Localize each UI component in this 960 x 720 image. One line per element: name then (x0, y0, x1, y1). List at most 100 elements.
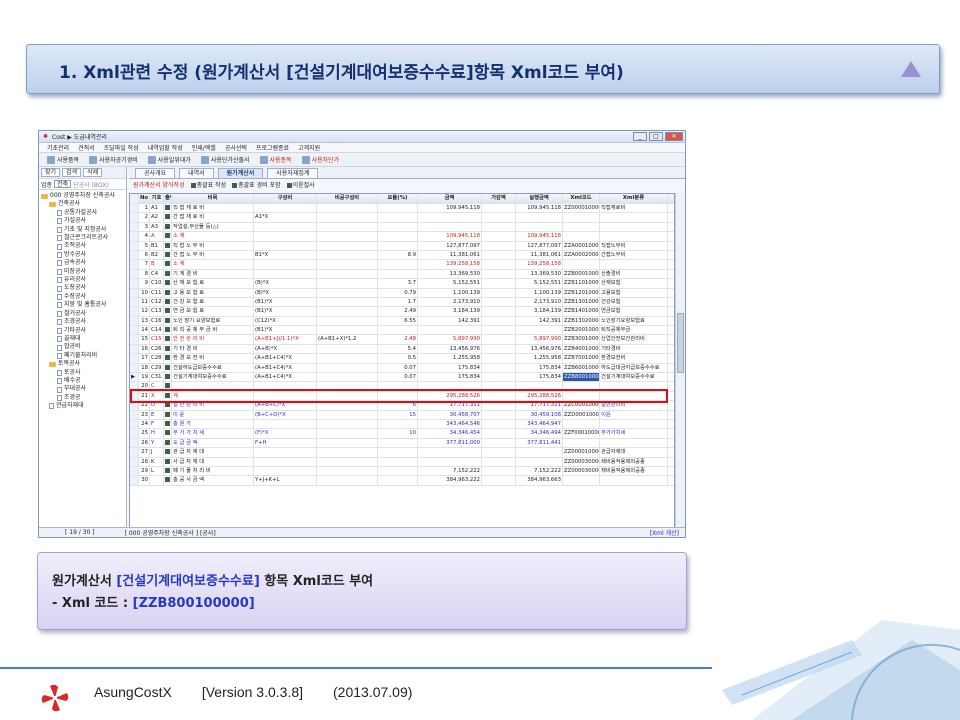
column-header[interactable]: 가감액 (482, 194, 516, 203)
print-checkbox[interactable] (165, 364, 170, 370)
table-row[interactable]: 11 C12 건 강 보 험 료 (B1)*X 1.7 2,173,910 2,173,91… (130, 297, 674, 308)
table-cell[interactable]: 소 계 (172, 232, 254, 241)
category-select[interactable]: 건축 (54, 180, 72, 188)
tree-item[interactable]: 지붕 및 홈통공사 (41, 301, 126, 309)
close-button[interactable]: ✕ (665, 132, 683, 141)
tree-nav-button[interactable]: 검색 (62, 168, 82, 177)
tree-item[interactable]: 조경공 (41, 394, 126, 402)
print-checkbox[interactable] (165, 251, 170, 257)
tree-item[interactable]: 토목공사 (41, 360, 126, 368)
tree-item[interactable]: 철거공사 (41, 310, 126, 318)
table-row[interactable]: 29 L 폐 기 물 처 리 비 7,152,222 7,152,222 ZZ000030… (130, 466, 674, 477)
table-row[interactable]: 2 A2 간 접 재 료 비 A1*X (130, 213, 674, 223)
print-checkbox[interactable] (165, 345, 170, 351)
tree-item[interactable]: 기타공사 (41, 327, 126, 335)
print-checkbox[interactable] (165, 270, 170, 276)
option-checkbox[interactable]: 총괄표 경비 포함 (232, 180, 281, 189)
table-row[interactable]: 10 C11 고 용 보 험 료 (B)*X 0.79 1,100,139 1,100,13… (130, 288, 674, 298)
tree-item[interactable]: 골재대 (41, 335, 126, 343)
table-row[interactable]: 25 H 부 가 가 치 세 (F)*X 10 34,346,454 34,346,494 Z… (130, 429, 674, 439)
table-cell[interactable]: 도 급 금 액 (172, 438, 254, 448)
table-cell[interactable]: 기 타 경 비 (172, 344, 254, 354)
column-header[interactable]: 금액 (418, 194, 482, 203)
table-row[interactable]: 23 E 이 윤 (B+C+D)*X 15 30,458,707 30,459,108 ZZD… (130, 410, 674, 420)
print-checkbox[interactable] (165, 477, 170, 483)
print-checkbox[interactable] (165, 289, 170, 295)
column-header[interactable]: No (139, 194, 150, 203)
tree-item[interactable]: 000 공영주차장 신축공사 (41, 192, 126, 200)
table-row[interactable]: 6 B2 간 접 노 무 비 B1*X 8.9 11,381,061 11,381,061 Z… (130, 250, 674, 261)
table-cell[interactable]: 기 계 경 비 (172, 269, 254, 279)
print-checkbox[interactable] (165, 205, 170, 210)
tree-nav-button[interactable]: 삭제 (83, 168, 103, 177)
menu-item[interactable]: 공사선택 (225, 143, 247, 152)
table-row[interactable]: 12 C13 연 금 보 험 료 (B1)*X 2.49 3,184,139 3,184,1… (130, 307, 674, 317)
table-row[interactable]: 4A 소 계 109,945,118 109,945,118 (130, 232, 674, 242)
column-header[interactable]: 실행금액 (516, 194, 563, 203)
maximize-button[interactable]: □ (649, 132, 663, 141)
tab-item[interactable]: 원가계산서 (217, 168, 264, 178)
column-header[interactable]: 비공구성비 (317, 194, 378, 203)
table-row[interactable]: 17 C28 환 경 보 전 비 (A+B1+C4)*X 0.5 1,255,958 1,2… (130, 354, 674, 364)
table-row[interactable]: 3 A3 작업설,부산물 등(△) (130, 222, 674, 233)
table-cell[interactable]: 총 원 가 (172, 419, 254, 429)
table-row[interactable]: 24 F 총 원 가 343,464,546 343,464,947 (130, 419, 674, 430)
tree-item[interactable]: 토공사 (41, 369, 126, 377)
tree-item[interactable]: 잡공비 (41, 343, 126, 351)
tree-item[interactable]: 건축공사 (41, 200, 126, 208)
print-checkbox[interactable] (165, 439, 170, 445)
menu-item[interactable]: 견적서 (78, 143, 95, 152)
tree-item[interactable]: 조적공사 (41, 242, 126, 250)
tree-item[interactable]: 도장공사 (41, 284, 126, 292)
table-cell[interactable]: 퇴 직 공 제 부 금 비 (172, 326, 254, 335)
print-checkbox[interactable] (165, 298, 170, 304)
toolbar-button[interactable]: 사용단가산출서 (200, 155, 250, 164)
minimize-button[interactable]: _ (633, 132, 647, 141)
print-checkbox[interactable] (165, 242, 170, 248)
table-cell[interactable]: 산 재 보 험 료 (172, 279, 254, 288)
table-cell[interactable]: 건 강 보 험 료 (172, 297, 254, 307)
print-checkbox[interactable] (165, 214, 170, 220)
column-header[interactable]: 구성비 (254, 194, 317, 203)
toolbar-button[interactable]: 사용종목 (259, 155, 292, 164)
table-row[interactable]: 28K 사 급 자 재 대 ZZ0000300000제비용적용제외공종 (130, 457, 674, 467)
print-checkbox[interactable] (165, 420, 170, 426)
column-header[interactable]: 요율(%) (378, 194, 418, 203)
tab-item[interactable]: 사용자재집계 (267, 168, 319, 178)
toolbar-button[interactable]: 사용품목 (47, 155, 79, 164)
tree-item[interactable]: 공통가설공사 (41, 209, 126, 217)
table-row[interactable]: 8 C4 기 계 경 비 13,369,530 13,369,530 ZZB0001000… (130, 269, 674, 280)
menu-item[interactable]: 조달파일 작성 (104, 143, 139, 152)
menu-item[interactable]: 고객지원 (298, 143, 320, 152)
print-checkbox[interactable] (165, 233, 170, 239)
tree-item[interactable]: 폐기물처리비 (41, 352, 126, 360)
toolbar-button[interactable]: 사용자공기경비 (89, 155, 138, 164)
table-row[interactable]: 9 C10 산 재 보 험 료 (B)*X 3.7 5,152,551 5,152,551 Z… (130, 279, 674, 289)
print-checkbox[interactable] (165, 355, 170, 361)
table-row[interactable]: 26 Y 도 급 금 액 F+H 377,811,000 377,811,441 (130, 438, 674, 449)
print-checkbox[interactable] (165, 327, 170, 333)
tab-item[interactable]: 내역서 (179, 168, 214, 178)
table-row[interactable]: 16 C26 기 타 경 비 (A+B)*X 5.4 13,456,976 13,456,9… (130, 344, 674, 355)
print-checkbox[interactable] (165, 308, 170, 314)
table-row[interactable]: 15 C15 안 전 관 리 비 (A+B1+J)/1.1)*X (A+B1+X)*1.… (130, 335, 674, 345)
menu-item[interactable]: 기초관리 (47, 143, 69, 152)
tree-item[interactable]: 부대공사 (41, 385, 126, 393)
table-cell[interactable]: 폐 기 물 처 리 비 (172, 466, 254, 476)
status-xml[interactable]: [Xml 개산] (650, 528, 679, 537)
column-header[interactable]: 기호 (150, 194, 164, 203)
table-cell[interactable]: 노인 장기 요양보험료 (172, 316, 254, 326)
table-cell[interactable]: 직 접 재 료 비 (172, 204, 254, 213)
grid-scrollbar[interactable] (675, 193, 685, 529)
collapse-triangle-icon[interactable] (901, 61, 921, 77)
table-cell[interactable]: 총 공 사 금 액 (172, 476, 254, 485)
tree-item[interactable]: 조경공사 (41, 318, 126, 326)
table-row[interactable]: 5 B1 직 접 노 무 비 127,877,097 127,877,097 ZZA000… (130, 241, 674, 251)
print-checkbox[interactable] (165, 383, 170, 389)
table-row[interactable]: 18 C29 건설하도급보증수수료 (A+B1+C4)*X 0.07 175,834 175… (130, 363, 674, 374)
column-header[interactable]: Xml분류 (600, 194, 668, 203)
print-checkbox[interactable] (165, 280, 170, 286)
table-cell[interactable]: 이 윤 (172, 410, 254, 419)
scrollbar-thumb[interactable] (677, 313, 684, 373)
table-cell[interactable]: 고 용 보 험 료 (172, 288, 254, 297)
